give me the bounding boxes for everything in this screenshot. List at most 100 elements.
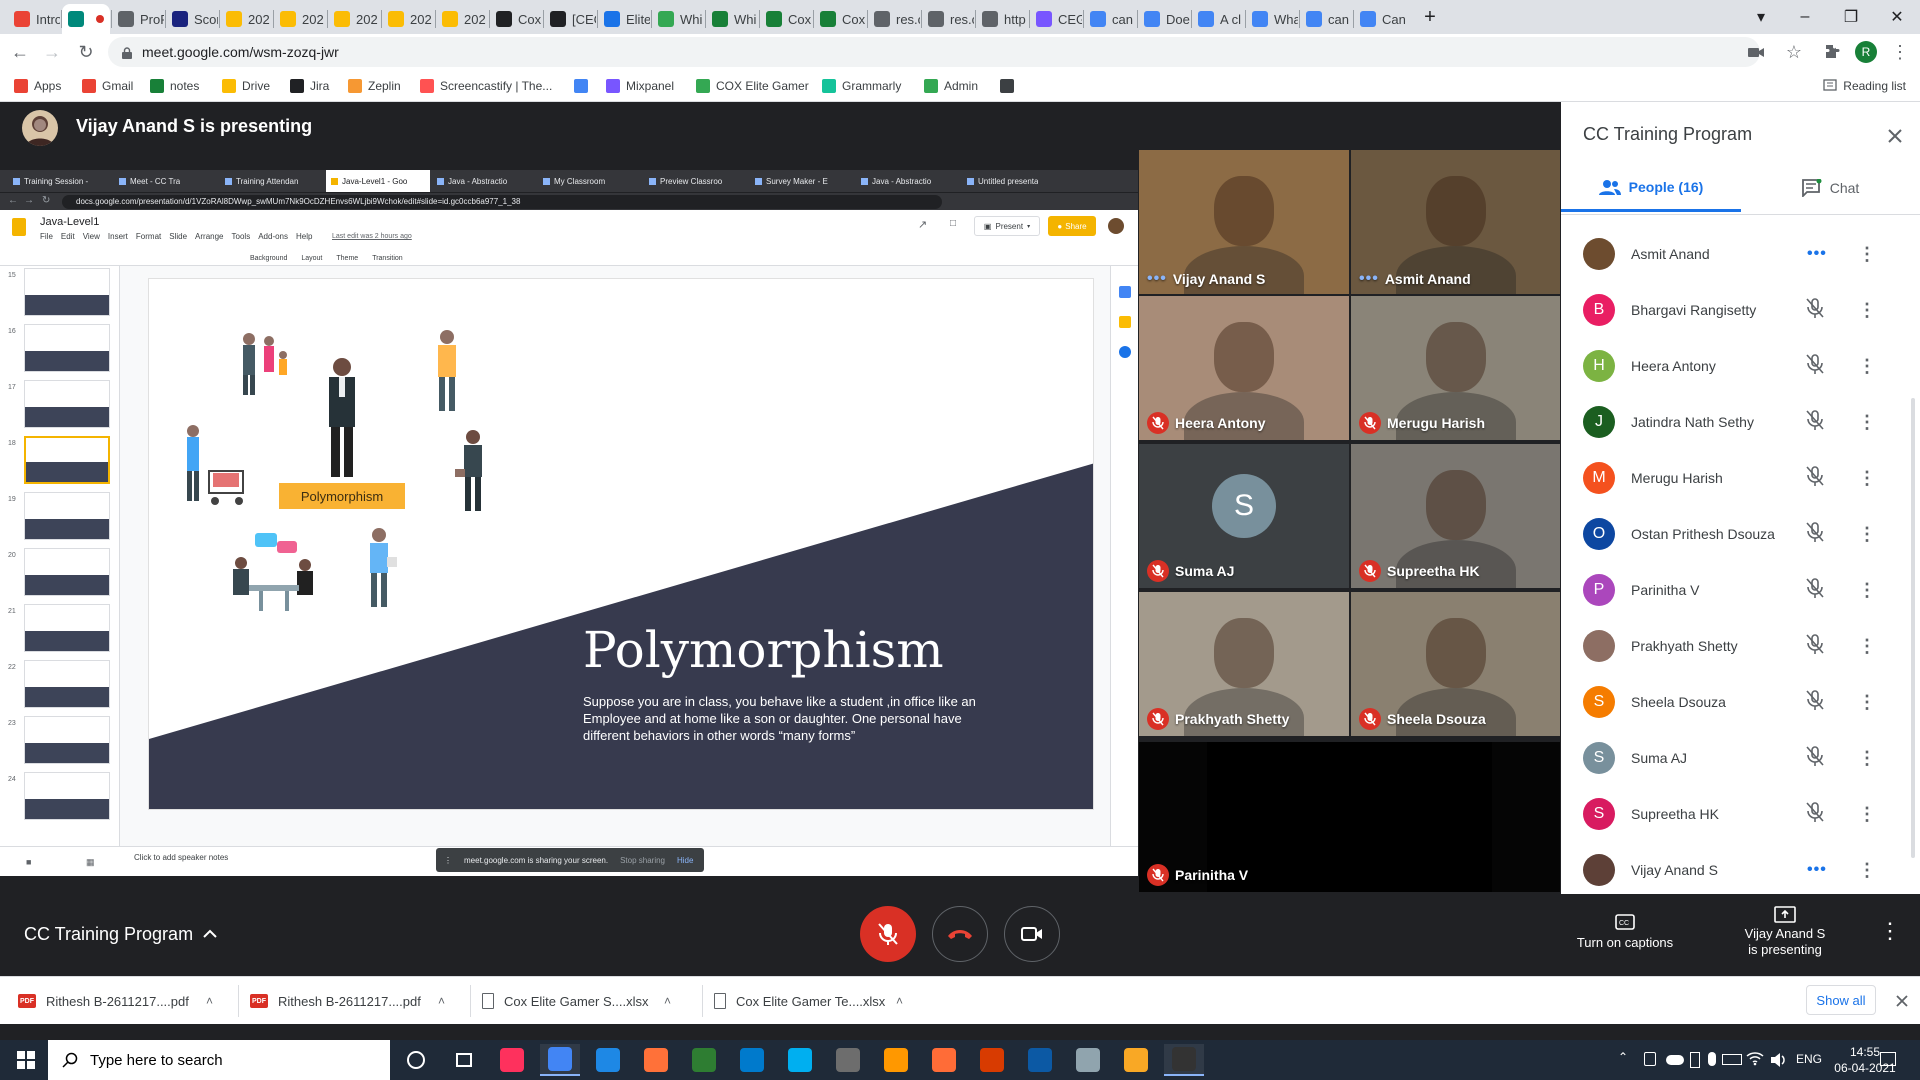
- taskbar-app[interactable]: [636, 1044, 676, 1076]
- people-list-item[interactable]: J Jatindra Nath Sethy ⋮: [1561, 394, 1901, 450]
- tab-chat[interactable]: Chat: [1741, 164, 1920, 212]
- browser-tab[interactable]: Intro: [8, 4, 60, 34]
- bookmark-star-icon[interactable]: ☆: [1780, 38, 1808, 66]
- tray-usb-icon[interactable]: [1690, 1052, 1700, 1068]
- taskbar-app[interactable]: [1116, 1044, 1156, 1076]
- chevron-up-icon[interactable]: ˄: [438, 994, 445, 1008]
- tray-device-icon[interactable]: [1644, 1052, 1656, 1066]
- participant-tile[interactable]: ••• Asmit Anand: [1351, 150, 1560, 294]
- volume-icon[interactable]: [1770, 1052, 1788, 1073]
- participant-tile[interactable]: Merugu Harish: [1351, 296, 1560, 440]
- participant-tile[interactable]: Parinitha V: [1139, 742, 1560, 892]
- browser-tab[interactable]: 202: [274, 4, 326, 34]
- more-vert-icon[interactable]: ⋮: [1858, 356, 1876, 377]
- camera-in-use-icon[interactable]: [1742, 38, 1770, 66]
- more-vert-icon[interactable]: ⋮: [1858, 804, 1876, 825]
- browser-tab[interactable]: 202: [220, 4, 272, 34]
- browser-tab[interactable]: 202: [382, 4, 434, 34]
- chevron-up-icon[interactable]: ˄: [896, 994, 903, 1008]
- taskbar-app[interactable]: [1164, 1044, 1204, 1076]
- mic-off-icon[interactable]: [1805, 745, 1825, 772]
- taskbar-app[interactable]: [924, 1044, 964, 1076]
- people-list-item[interactable]: H Heera Antony ⋮: [1561, 338, 1901, 394]
- more-vert-icon[interactable]: ⋮: [1858, 244, 1876, 265]
- bookmark-item[interactable]: Gmail: [82, 76, 133, 96]
- taskbar-app[interactable]: [396, 1044, 436, 1076]
- more-vert-icon[interactable]: ⋮: [1858, 636, 1876, 657]
- reading-list[interactable]: Reading list: [1823, 76, 1906, 96]
- mic-off-icon[interactable]: [1805, 465, 1825, 492]
- taskbar-app[interactable]: [972, 1044, 1012, 1076]
- more-vert-icon[interactable]: ⋮: [1858, 860, 1876, 881]
- browser-tab[interactable]: Cox: [814, 4, 866, 34]
- bookmark-item[interactable]: Apps: [14, 76, 61, 96]
- browser-tab[interactable]: Scor: [166, 4, 218, 34]
- taskbar-app[interactable]: [492, 1044, 532, 1076]
- browser-tab[interactable]: Whi: [706, 4, 758, 34]
- browser-menu-icon[interactable]: ⋮: [1886, 38, 1914, 66]
- more-vert-icon[interactable]: ⋮: [1858, 524, 1876, 545]
- mic-off-icon[interactable]: [1805, 577, 1825, 604]
- browser-tab[interactable]: A cl: [1192, 4, 1244, 34]
- reload-button[interactable]: ↻: [72, 38, 100, 66]
- taskbar-app[interactable]: [444, 1044, 484, 1076]
- taskbar-app[interactable]: [876, 1044, 916, 1076]
- bookmark-item[interactable]: COX Elite Gamer: [696, 76, 809, 96]
- leave-call-button[interactable]: [932, 906, 988, 962]
- language-indicator[interactable]: ENG: [1796, 1052, 1822, 1066]
- download-item[interactable]: PDF Rithesh B-2611217....pdf ˄: [18, 977, 228, 1025]
- close-panel-button[interactable]: [1881, 122, 1909, 150]
- browser-tab[interactable]: Can: [1354, 4, 1406, 34]
- download-item[interactable]: Cox Elite Gamer S....xlsx ˄: [482, 977, 692, 1025]
- people-list-item[interactable]: Vijay Anand S ••• ⋮: [1561, 842, 1901, 898]
- battery-icon[interactable]: [1722, 1054, 1742, 1065]
- chevron-up-icon[interactable]: ˄: [206, 994, 213, 1008]
- bookmark-item[interactable]: Grammarly: [822, 76, 901, 96]
- taskbar-app[interactable]: [684, 1044, 724, 1076]
- browser-tab[interactable]: Cox: [490, 4, 542, 34]
- participant-tile[interactable]: ••• Vijay Anand S: [1139, 150, 1349, 294]
- more-vert-icon[interactable]: ⋮: [1858, 300, 1876, 321]
- new-tab-button[interactable]: +: [1414, 0, 1446, 34]
- camera-toggle-button[interactable]: [1004, 906, 1060, 962]
- people-list-item[interactable]: M Merugu Harish ⋮: [1561, 450, 1901, 506]
- bookmark-item[interactable]: Admin: [924, 76, 978, 96]
- more-options-button[interactable]: ⋮: [1876, 918, 1904, 948]
- more-vert-icon[interactable]: ⋮: [1858, 748, 1876, 769]
- browser-tab[interactable]: Wha: [1246, 4, 1298, 34]
- show-all-downloads-button[interactable]: Show all: [1806, 985, 1876, 1015]
- bookmark-item[interactable]: Zeplin: [348, 76, 401, 96]
- taskbar-app[interactable]: [1068, 1044, 1108, 1076]
- tab-search-icon[interactable]: ▾: [1738, 0, 1784, 34]
- extensions-icon[interactable]: [1818, 38, 1846, 66]
- close-downloads-button[interactable]: [1890, 989, 1914, 1013]
- people-list-item[interactable]: Prakhyath Shetty ⋮: [1561, 618, 1901, 674]
- people-list-item[interactable]: S Suma AJ ⋮: [1561, 730, 1901, 786]
- browser-tab[interactable]: [CEC: [544, 4, 596, 34]
- browser-tab[interactable]: Doe: [1138, 4, 1190, 34]
- start-button[interactable]: [4, 1044, 48, 1076]
- restore-button[interactable]: ❐: [1828, 0, 1874, 34]
- people-list-item[interactable]: S Supreetha HK ⋮: [1561, 786, 1901, 842]
- participant-tile[interactable]: Sheela Dsouza: [1351, 592, 1560, 736]
- mic-off-icon[interactable]: [1805, 801, 1825, 828]
- browser-tab[interactable]: ProF: [112, 4, 164, 34]
- browser-tab[interactable]: ×: [62, 4, 110, 34]
- profile-avatar[interactable]: R: [1852, 38, 1880, 66]
- back-button[interactable]: ←: [6, 38, 34, 66]
- bookmark-item[interactable]: Screencastify | The...: [420, 76, 552, 96]
- browser-tab[interactable]: 202: [436, 4, 488, 34]
- download-item[interactable]: Cox Elite Gamer Te....xlsx ˄: [714, 977, 924, 1025]
- notifications-icon[interactable]: [1880, 1052, 1896, 1066]
- mic-off-icon[interactable]: [1805, 353, 1825, 380]
- meeting-details-chevron-icon[interactable]: [202, 920, 220, 944]
- onedrive-icon[interactable]: [1666, 1055, 1684, 1065]
- browser-tab[interactable]: can: [1300, 4, 1352, 34]
- taskbar-app[interactable]: [588, 1044, 628, 1076]
- participant-tile[interactable]: S Suma AJ: [1139, 444, 1349, 588]
- more-vert-icon[interactable]: ⋮: [1858, 580, 1876, 601]
- more-vert-icon[interactable]: ⋮: [1858, 468, 1876, 489]
- minimize-button[interactable]: –: [1782, 0, 1828, 34]
- taskbar-app[interactable]: [732, 1044, 772, 1076]
- taskbar-app[interactable]: [828, 1044, 868, 1076]
